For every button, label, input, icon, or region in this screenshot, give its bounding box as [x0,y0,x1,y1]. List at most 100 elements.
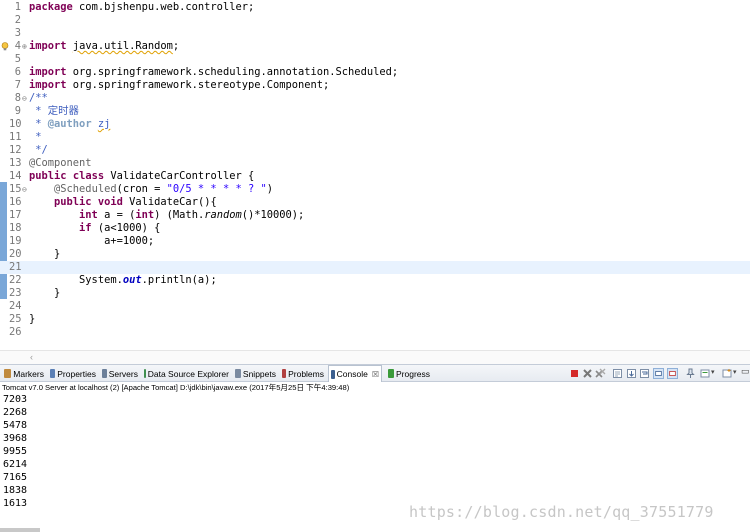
database-icon [144,369,146,378]
fold-expand-icon[interactable]: ⊕ [22,40,27,53]
scroll-left-arrow-icon[interactable]: ‹ [30,352,33,362]
code-token: import [29,66,67,78]
line-number: 5 [14,53,21,65]
code-token: org.springframework.scheduling.annotatio… [66,66,399,78]
code-line[interactable]: 23 } [0,287,750,300]
fold-collapse-icon[interactable]: ⊖ [22,92,27,105]
code-line[interactable]: 19 a+=1000; [0,235,750,248]
word-wrap-icon[interactable] [639,368,650,379]
code-text: @Component [29,157,92,170]
code-line[interactable]: 25} [0,313,750,326]
code-token: .println(a); [141,274,217,286]
console-horizontal-scrollbar[interactable] [0,528,40,532]
code-token: ) (Math. [154,209,205,221]
code-editor[interactable]: 1 package com.bjshenpu.web.controller; 2 3 4… [0,0,750,350]
line-number: 14 [9,170,22,182]
line-number: 4 [14,40,21,52]
tab-problems[interactable]: Problems [280,366,326,381]
open-console-dropdown-icon[interactable]: ▾ [733,368,737,376]
tab-console[interactable]: Console ☒ [328,365,382,382]
code-line[interactable]: 8 ⊖/** [0,92,750,105]
code-line[interactable]: 18 if (a<1000) { [0,222,750,235]
close-tab-icon[interactable]: ☒ [372,370,379,379]
code-token: * [29,118,48,130]
code-line[interactable]: 5 [0,53,750,66]
tab-properties[interactable]: Properties [48,366,98,381]
remove-all-terminated-icon[interactable] [595,368,606,379]
code-token: a+=1000; [29,235,155,247]
line-number: 18 [9,222,22,234]
code-line[interactable]: 11 * [0,131,750,144]
tab-servers[interactable]: Servers [100,366,140,381]
code-text: * 定时器 [29,105,79,118]
editor-horizontal-scrollbar[interactable]: ‹ [0,350,750,364]
code-line[interactable]: 22 System.out.println(a); [0,274,750,287]
code-line[interactable]: 16 public void ValidateCar(){ [0,196,750,209]
code-text: } [29,313,35,326]
tab-label: Servers [108,368,138,379]
code-line[interactable]: 26 [0,326,750,339]
code-line[interactable]: 17 int a = (int) (Math.random()*10000); [0,209,750,222]
code-token: } [29,287,61,299]
code-line[interactable]: 12 */ [0,144,750,157]
line-number: 22 [9,274,22,286]
line-number: 21 [9,261,22,273]
code-line[interactable]: 21 [0,261,750,274]
fold-collapse-icon[interactable]: ⊖ [22,183,27,196]
code-token: public [29,170,67,182]
tab-progress[interactable]: Progress [386,366,432,381]
code-line[interactable]: 13 @Component [0,157,750,170]
code-token: * 定时器 [29,105,79,117]
minimize-view-icon[interactable]: ▭ [741,366,750,377]
code-token: import [29,79,67,91]
tab-markers[interactable]: Markers [2,366,46,381]
code-line[interactable]: 10 * @author zj [0,118,750,131]
code-text: } [29,287,60,300]
tab-snippets[interactable]: Snippets [233,366,278,381]
show-on-stderr-icon[interactable] [667,368,678,379]
code-token: class [72,170,105,182]
display-console-icon[interactable] [700,368,711,379]
code-line[interactable]: 7 import org.springframework.stereotype.C… [0,79,750,92]
code-line[interactable]: 4 ⊕ import java.util.Random; [0,40,750,53]
scroll-lock-icon[interactable] [626,368,637,379]
line-number: 16 [9,196,22,208]
code-token: a = ( [97,209,136,221]
snippets-icon [235,369,241,378]
markers-icon [4,369,12,378]
code-line[interactable]: 9 * 定时器 [0,105,750,118]
code-token: System. [29,274,123,286]
code-token: @Component [29,157,92,169]
code-line[interactable]: 24 [0,300,750,313]
line-number: 15 [9,183,22,195]
display-console-dropdown-icon[interactable]: ▾ [711,368,715,376]
code-line[interactable]: 1 package com.bjshenpu.web.controller; [0,1,750,14]
tab-data-source-explorer[interactable]: Data Source Explorer [142,366,231,381]
code-text: int a = (int) (Math.random()*10000); [29,209,304,222]
code-token: if [79,222,92,234]
clear-console-icon[interactable] [612,368,623,379]
progress-icon [388,369,394,378]
code-line[interactable]: 2 [0,14,750,27]
code-line[interactable]: 3 [0,27,750,40]
code-text: } [29,248,60,261]
warning-lightbulb-icon[interactable] [1,42,9,51]
code-token: int [135,209,155,221]
terminate-icon[interactable] [569,368,580,379]
show-on-stdout-icon[interactable] [653,368,664,379]
code-token: java.util.Random [72,40,173,52]
code-token: @Scheduled [54,183,117,195]
line-number: 20 [9,248,22,260]
code-token: out [122,274,142,286]
tab-label: Data Source Explorer [147,368,229,379]
open-console-icon[interactable] [722,368,733,379]
servers-icon [102,369,107,378]
code-line[interactable]: 20 } [0,248,750,261]
code-line[interactable]: 6 import org.springframework.scheduling.a… [0,66,750,79]
pin-console-icon[interactable] [685,368,696,379]
remove-launch-icon[interactable] [582,368,593,379]
code-line[interactable]: 14 public class ValidateCarController { [0,170,750,183]
code-token: "0/5 * * * * ? " [166,183,267,195]
code-line[interactable]: 15 ⊖ @Scheduled(cron = "0/5 * * * * ? ") [0,183,750,196]
tab-label: Console [336,369,368,379]
